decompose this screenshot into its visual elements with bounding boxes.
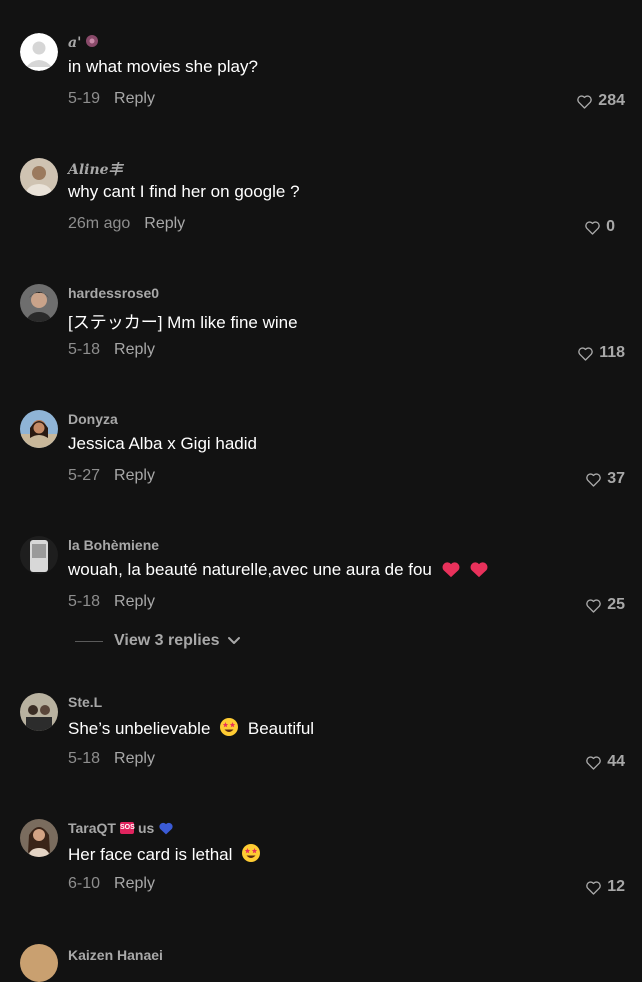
sos-icon: SOS xyxy=(119,822,135,834)
comment-meta: 5-27 Reply xyxy=(68,467,155,485)
comment-time: 5-27 xyxy=(68,467,101,484)
like-button[interactable]: 284 xyxy=(576,92,625,110)
comment-text: in what movies she play? xyxy=(68,57,258,76)
reply-button[interactable]: Reply xyxy=(114,750,155,768)
like-button[interactable]: 25 xyxy=(585,596,625,614)
comment-time: 6-10 xyxy=(68,875,101,892)
reply-button[interactable]: Reply xyxy=(114,875,155,893)
like-button[interactable]: 37 xyxy=(585,470,625,488)
reply-button[interactable]: Reply xyxy=(114,467,155,485)
avatar[interactable] xyxy=(20,944,58,982)
comment-text: She’s unbelievable Beautiful xyxy=(68,718,315,738)
comment-username[interactable]: Donyza xyxy=(68,411,118,427)
comment-time: 5-18 xyxy=(68,750,101,767)
reply-button[interactable]: Reply xyxy=(144,215,185,233)
comment-time: 5-18 xyxy=(68,593,101,610)
comment-meta: 6-10 Reply xyxy=(68,875,155,893)
like-count: 0 xyxy=(606,218,615,235)
comment-text: Jessica Alba x Gigi hadid xyxy=(68,434,257,453)
comment-username[interactable]: la Bohèmiene xyxy=(68,537,159,553)
reply-button[interactable]: Reply xyxy=(114,593,155,611)
comment-username[interactable]: Ste.L xyxy=(68,694,102,710)
heart-outline-icon xyxy=(586,755,602,770)
heart-outline-icon xyxy=(577,94,593,109)
avatar[interactable] xyxy=(20,819,58,857)
comment-username[interactable]: hardessrose0 xyxy=(68,285,159,301)
like-button[interactable]: 44 xyxy=(585,753,625,771)
like-count: 44 xyxy=(607,753,625,770)
comment-username[interactable]: Kaizen Hanaei xyxy=(68,947,163,963)
view-replies-button[interactable]: View 3 replies xyxy=(75,632,241,650)
flower-icon xyxy=(85,34,99,51)
blue-heart-icon xyxy=(159,822,173,835)
reply-button[interactable]: Reply xyxy=(114,90,155,108)
comment-text: why cant I find her on google ? xyxy=(68,182,300,201)
comment-username[interactable]: a' xyxy=(68,34,99,51)
heart-emoji-icon xyxy=(470,562,488,578)
chevron-down-icon xyxy=(227,637,240,644)
heart-outline-icon xyxy=(578,346,594,361)
comment-text: Her face card is lethal xyxy=(68,843,261,865)
avatar[interactable] xyxy=(20,410,58,448)
heart-outline-icon xyxy=(586,880,602,895)
comment-username[interactable]: Aline丰 xyxy=(68,159,123,179)
like-count: 12 xyxy=(607,878,625,895)
star-eyes-emoji-icon xyxy=(242,844,261,862)
heart-outline-icon xyxy=(586,472,602,487)
like-button[interactable]: 0 xyxy=(584,218,615,236)
comment-time: 5-18 xyxy=(68,341,101,358)
comment-meta: 5-18 Reply xyxy=(68,750,155,768)
comment-text: wouah, la beauté naturelle,avec une aura… xyxy=(68,560,489,580)
like-count: 284 xyxy=(598,92,625,109)
comment-meta: 5-18 Reply xyxy=(68,341,155,359)
comment-time: 26m ago xyxy=(68,215,131,232)
avatar[interactable] xyxy=(20,536,58,574)
like-button[interactable]: 118 xyxy=(577,344,625,362)
heart-emoji-icon xyxy=(442,562,460,578)
comment-time: 5-19 xyxy=(68,90,101,107)
like-count: 118 xyxy=(599,344,625,361)
comment-meta: 26m ago Reply xyxy=(68,215,185,233)
heart-outline-icon xyxy=(585,220,600,235)
avatar[interactable] xyxy=(20,284,58,322)
heart-outline-icon xyxy=(586,598,602,613)
comment-username[interactable]: TaraQT SOS us xyxy=(68,820,174,836)
like-count: 25 xyxy=(607,596,625,613)
divider xyxy=(75,640,103,642)
view-replies-label: View 3 replies xyxy=(114,632,220,649)
like-button[interactable]: 12 xyxy=(585,878,625,896)
avatar[interactable] xyxy=(20,33,58,71)
comment-meta: 5-18 Reply xyxy=(68,593,155,611)
star-eyes-emoji-icon xyxy=(220,718,239,736)
comment-text: [ステッカー] Mm like fine wine xyxy=(68,313,298,332)
avatar[interactable] xyxy=(20,693,58,731)
comment-meta: 5-19 Reply xyxy=(68,90,155,108)
avatar[interactable] xyxy=(20,158,58,196)
reply-button[interactable]: Reply xyxy=(114,341,155,359)
like-count: 37 xyxy=(607,470,625,487)
